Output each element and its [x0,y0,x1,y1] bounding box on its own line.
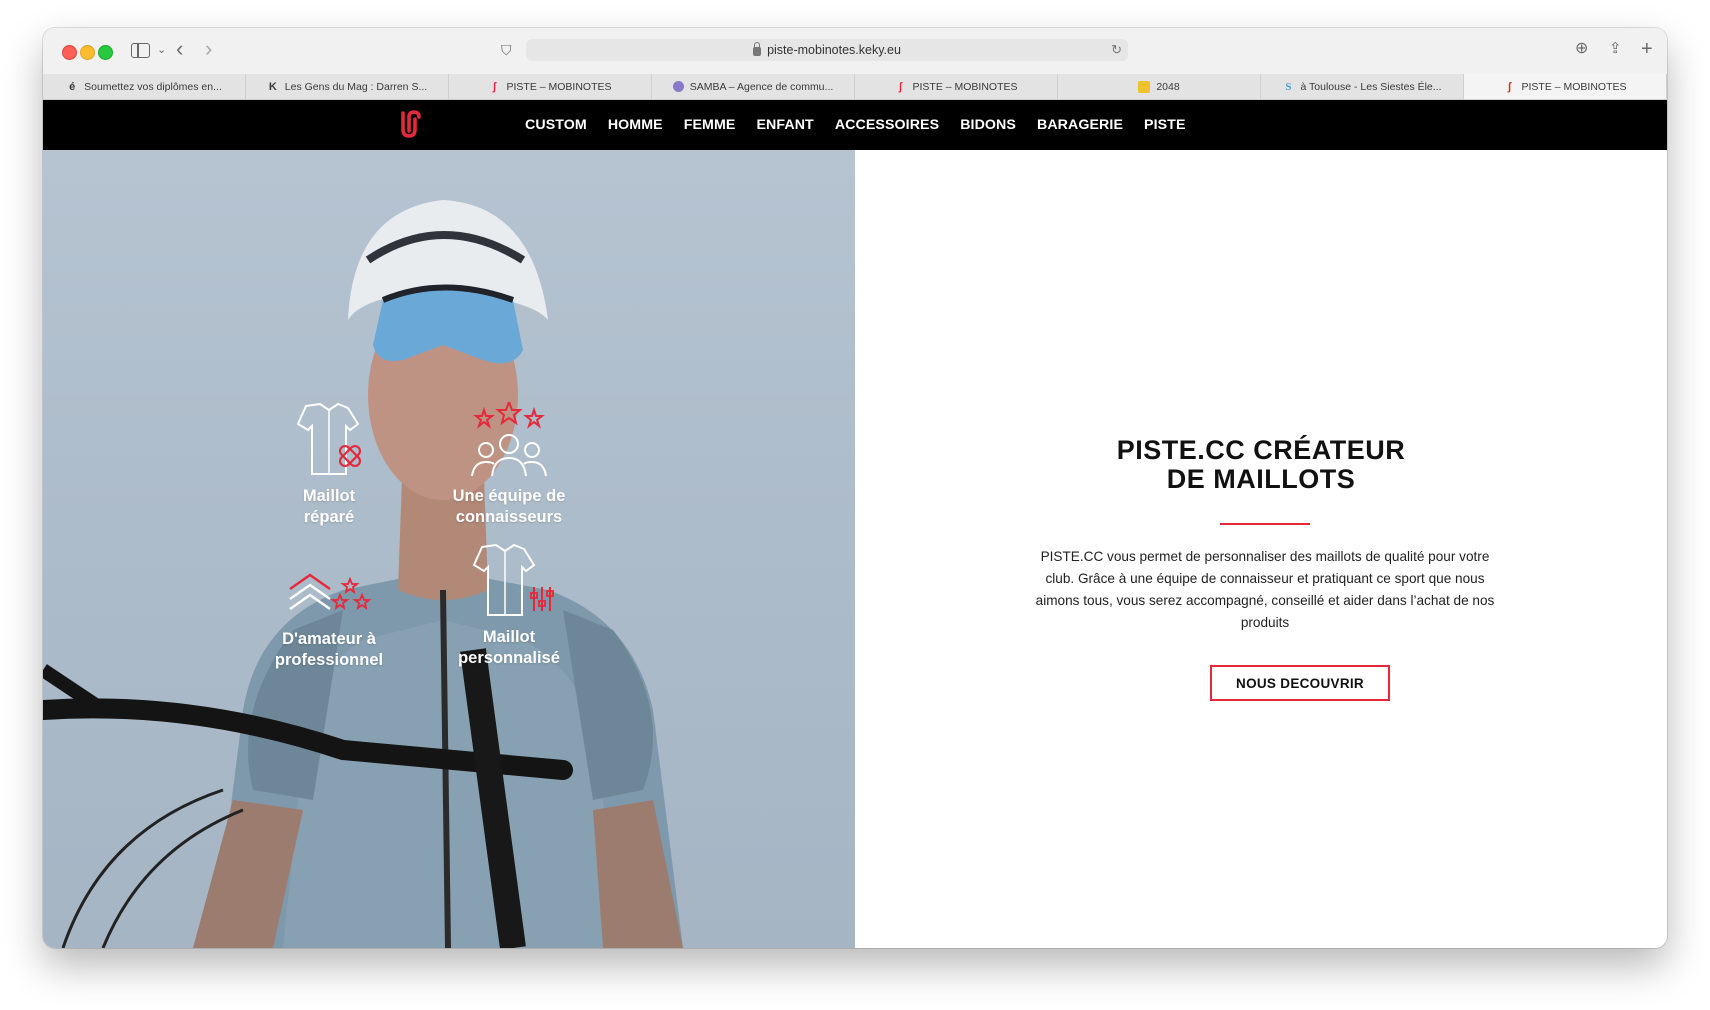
piste-logo-icon: ʃ [492,80,497,93]
privacy-shield-icon[interactable]: ⛉ [501,43,512,57]
nav-item-enfant[interactable]: ENFANT [756,117,813,133]
feature-repaired-jersey: Maillot réparé [249,402,409,528]
tab-favicon-icon: é [69,80,76,93]
page-title: PISTE.CC CRÉATEUR DE MAILLOTS [855,436,1667,494]
rank-chevron-icon [289,573,372,611]
tab-label: PISTE – MOBINOTES [506,80,612,93]
feature-label: Une équipe de [452,487,566,505]
piste-logo-icon[interactable] [395,109,425,141]
team-stars-icon [471,402,547,477]
main-menu: CUSTOM HOMME FEMME ENFANT ACCESSOIRES BI… [525,100,1186,150]
lock-icon [753,41,762,56]
tab-label: PISTE – MOBINOTES [1521,80,1627,93]
feature-label: Maillot [302,487,356,505]
discover-button[interactable]: NOUS DECOUVRIR [1210,665,1390,701]
tab-favicon-icon: K [268,80,277,93]
repaired-jersey-icon [296,402,362,475]
new-tab-icon[interactable]: + [1641,39,1653,59]
nav-item-femme[interactable]: FEMME [684,117,736,133]
custom-jersey-icon [472,543,554,616]
tab[interactable]: é Soumettez vos diplômes en... [43,74,246,99]
tab[interactable]: K Les Gens du Mag : Darren S... [246,74,449,99]
sidebar-toggle-icon[interactable] [131,43,150,58]
feature-label: connaisseurs [455,508,563,526]
nav-item-bidons[interactable]: BIDONS [960,117,1016,133]
feature-label: Maillot [482,628,536,646]
chevron-down-icon[interactable]: ⌄ [157,45,166,56]
forward-icon[interactable]: › [205,38,212,60]
tab[interactable]: SAMBA – Agence de commu... [652,74,855,99]
downloads-icon[interactable]: ⊕ [1575,41,1588,57]
feature-expert-team: Une équipe de connaisseurs [429,402,589,528]
tab-favicon-icon: S [1285,80,1292,93]
piste-logo-icon: ʃ [1507,80,1512,93]
hero-image: Maillot réparé Une équipe de connaisseur… [43,150,855,948]
title-line: DE MAILLOTS [1166,464,1356,494]
nav-item-accessoires[interactable]: ACCESSOIRES [835,117,939,133]
tab-label: Soumettez vos diplômes en... [84,80,222,93]
feature-label: personnalisé [458,649,560,667]
tab-label: PISTE – MOBINOTES [912,80,1018,93]
tab-active[interactable]: ʃ PISTE – MOBINOTES [1464,74,1667,99]
feature-label: D'amateur à [282,630,376,648]
browser-toolbar: ⌄ ‹ › ⛉ piste-mobinotes.keky.eu ↻ ⊕ ⇪ + … [43,28,1667,75]
reload-icon[interactable]: ↻ [1111,42,1122,58]
title-divider [1220,523,1310,525]
share-icon[interactable]: ⇪ [1609,41,1622,56]
site-navbar: CUSTOM HOMME FEMME ENFANT ACCESSOIRES BI… [43,100,1667,150]
tab[interactable]: ʃ PISTE – MOBINOTES [855,74,1058,99]
minimize-window-button[interactable] [80,45,95,60]
intro-text: PISTE.CC vous permet de personnaliser de… [1035,549,1495,630]
nav-item-homme[interactable]: HOMME [608,117,663,133]
tab-label: 2048 [1156,80,1180,93]
brain-icon [672,81,684,92]
nav-item-piste[interactable]: PISTE [1144,117,1186,133]
feature-label: réparé [303,508,355,526]
feature-label: professionnel [274,651,384,669]
title-line: PISTE.CC CRÉATEUR [1116,435,1406,465]
tab[interactable]: 2048 [1058,74,1261,99]
tab-bar: é Soumettez vos diplômes en... K Les Gens … [43,74,1667,100]
tab[interactable]: Sà Toulouse - Les Siestes Éle... [1261,74,1464,99]
close-window-button[interactable] [62,45,77,60]
feature-amateur-to-pro: D'amateur à professionnel [249,563,409,671]
tab-label: SAMBA – Agence de commu... [689,80,834,93]
feature-custom-jersey: Maillot personnalisé [429,543,589,669]
tab[interactable]: ʃ PISTE – MOBINOTES [449,74,652,99]
tab-label: à Toulouse - Les Siestes Éle... [1300,80,1442,93]
nav-item-baragerie[interactable]: BARAGERIE [1037,117,1123,133]
address-bar[interactable]: piste-mobinotes.keky.eu ↻ [526,39,1128,61]
nav-item-custom[interactable]: CUSTOM [525,117,587,133]
back-icon[interactable]: ‹ [176,38,183,60]
game-2048-icon [1138,80,1151,93]
intro-panel: PISTE.CC CRÉATEUR DE MAILLOTS PISTE.CC v… [855,150,1667,948]
url-text: piste-mobinotes.keky.eu [767,43,901,57]
tab-label: Les Gens du Mag : Darren S... [284,80,428,93]
browser-window: ⌄ ‹ › ⛉ piste-mobinotes.keky.eu ↻ ⊕ ⇪ + … [43,28,1667,948]
zoom-window-button[interactable] [98,45,113,60]
piste-logo-icon: ʃ [898,80,903,93]
